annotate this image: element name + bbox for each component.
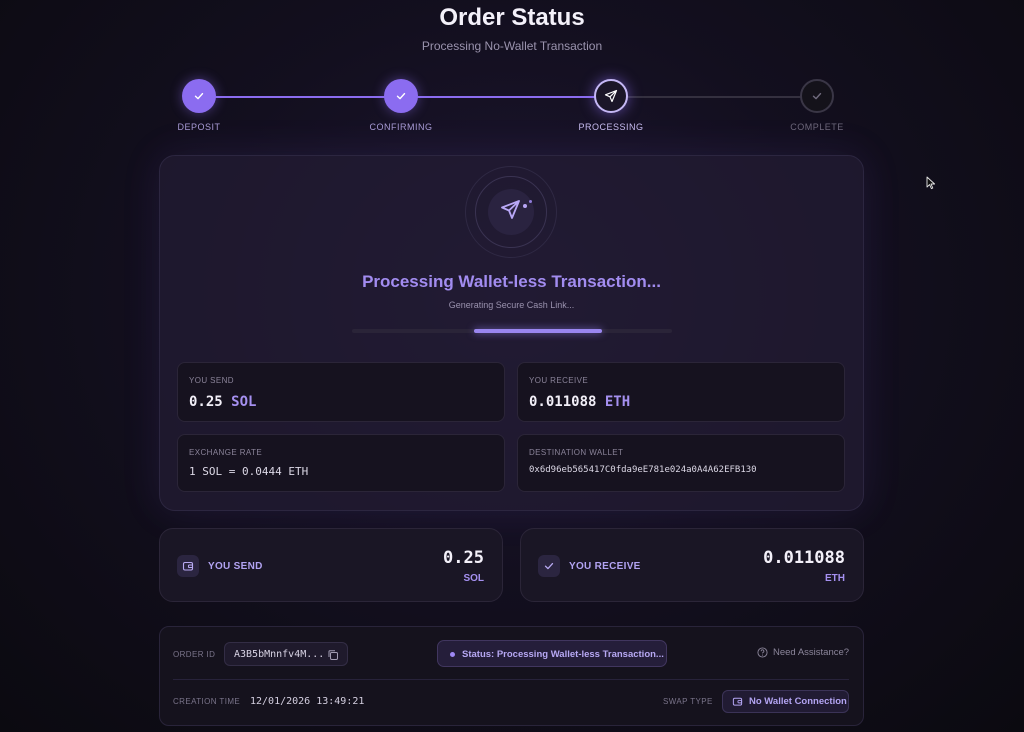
- help-icon: [757, 647, 768, 658]
- need-assistance-link[interactable]: Need Assistance?: [757, 647, 849, 658]
- detail-destination-wallet: DESTINATION WALLET 0x6d96eb565417C0fda9e…: [517, 434, 845, 492]
- check-icon: [538, 555, 560, 577]
- wallet-icon: [177, 555, 199, 577]
- summary-send-amount: 0.25: [443, 548, 484, 568]
- detail-value: 0.25 SOL: [189, 394, 256, 410]
- creation-time-label: CREATION TIME: [173, 697, 241, 706]
- step-complete: [800, 79, 834, 113]
- step-label-complete: COMPLETE: [790, 122, 844, 132]
- progress-indicator: [474, 329, 602, 333]
- status-badge: Status: Processing Wallet-less Transacti…: [437, 640, 667, 667]
- creation-time-value: 12/01/2026 13:49:21: [250, 696, 365, 707]
- processing-title: Processing Wallet-less Transaction...: [362, 272, 661, 291]
- step-confirming: [384, 79, 418, 113]
- detail-label: DESTINATION WALLET: [529, 448, 624, 457]
- send-icon: [501, 200, 520, 219]
- stepper-track-pending: [611, 96, 817, 98]
- mouse-cursor-icon: [926, 176, 936, 190]
- status-text: Status: Processing Wallet-less Transacti…: [462, 649, 664, 660]
- check-icon: [396, 92, 406, 100]
- page-subtitle: Processing No-Wallet Transaction: [421, 39, 603, 53]
- order-id-label: ORDER ID: [173, 650, 216, 659]
- step-deposit: [182, 79, 216, 113]
- swap-type-label: SWAP TYPE: [663, 697, 713, 706]
- wallet-address-value[interactable]: 0x6d96eb565417C0fda9eE781e024a0A4A62EFB1…: [529, 465, 757, 475]
- sparkle-dot: [529, 200, 532, 203]
- summary-receive-card: YOU RECEIVE 0.011088 ETH: [520, 528, 864, 602]
- wallet-icon: [732, 697, 743, 706]
- send-amount: 0.25: [189, 394, 223, 410]
- summary-send-label: YOU SEND: [208, 561, 263, 572]
- detail-you-send: YOU SEND 0.25 SOL: [177, 362, 505, 422]
- swap-type-value: No Wallet Connection: [749, 696, 847, 707]
- swap-type-chip: No Wallet Connection: [722, 690, 849, 713]
- summary-receive-unit: ETH: [825, 573, 845, 584]
- step-label-deposit: DEPOSIT: [177, 122, 221, 132]
- detail-value: 0.011088 ETH: [529, 394, 630, 410]
- detail-label: EXCHANGE RATE: [189, 448, 263, 457]
- processing-subtitle: Generating Secure Cash Link...: [448, 300, 575, 310]
- check-icon: [194, 92, 204, 100]
- sparkle-dot: [523, 204, 527, 208]
- exchange-rate-value: 1 SOL = 0.0444 ETH: [189, 465, 309, 478]
- status-dot: [450, 652, 455, 657]
- receive-amount: 0.011088: [529, 394, 597, 410]
- step-label-processing: PROCESSING: [578, 122, 644, 132]
- check-icon: [812, 92, 822, 100]
- summary-send-unit: SOL: [463, 573, 484, 584]
- detail-label: YOU RECEIVE: [529, 376, 589, 385]
- need-assistance-text: Need Assistance?: [773, 647, 850, 658]
- receive-unit: ETH: [604, 394, 631, 410]
- summary-send-card: YOU SEND 0.25 SOL: [159, 528, 503, 602]
- summary-receive-amount: 0.011088: [763, 548, 845, 568]
- detail-label: YOU SEND: [189, 376, 234, 385]
- copy-icon[interactable]: [327, 648, 339, 666]
- panel-divider: [173, 679, 849, 680]
- step-label-confirming: CONFIRMING: [369, 122, 433, 132]
- detail-exchange-rate: EXCHANGE RATE 1 SOL = 0.0444 ETH: [177, 434, 505, 492]
- send-icon: [604, 89, 618, 103]
- detail-you-receive: YOU RECEIVE 0.011088 ETH: [517, 362, 845, 422]
- step-processing: [594, 79, 628, 113]
- send-unit: SOL: [231, 394, 257, 410]
- summary-receive-label: YOU RECEIVE: [569, 561, 641, 572]
- order-id-chip[interactable]: A3B5bMnnfv4M...: [224, 642, 348, 666]
- order-id-value: A3B5bMnnfv4M...: [234, 649, 325, 660]
- page-title: Order Status: [439, 4, 585, 31]
